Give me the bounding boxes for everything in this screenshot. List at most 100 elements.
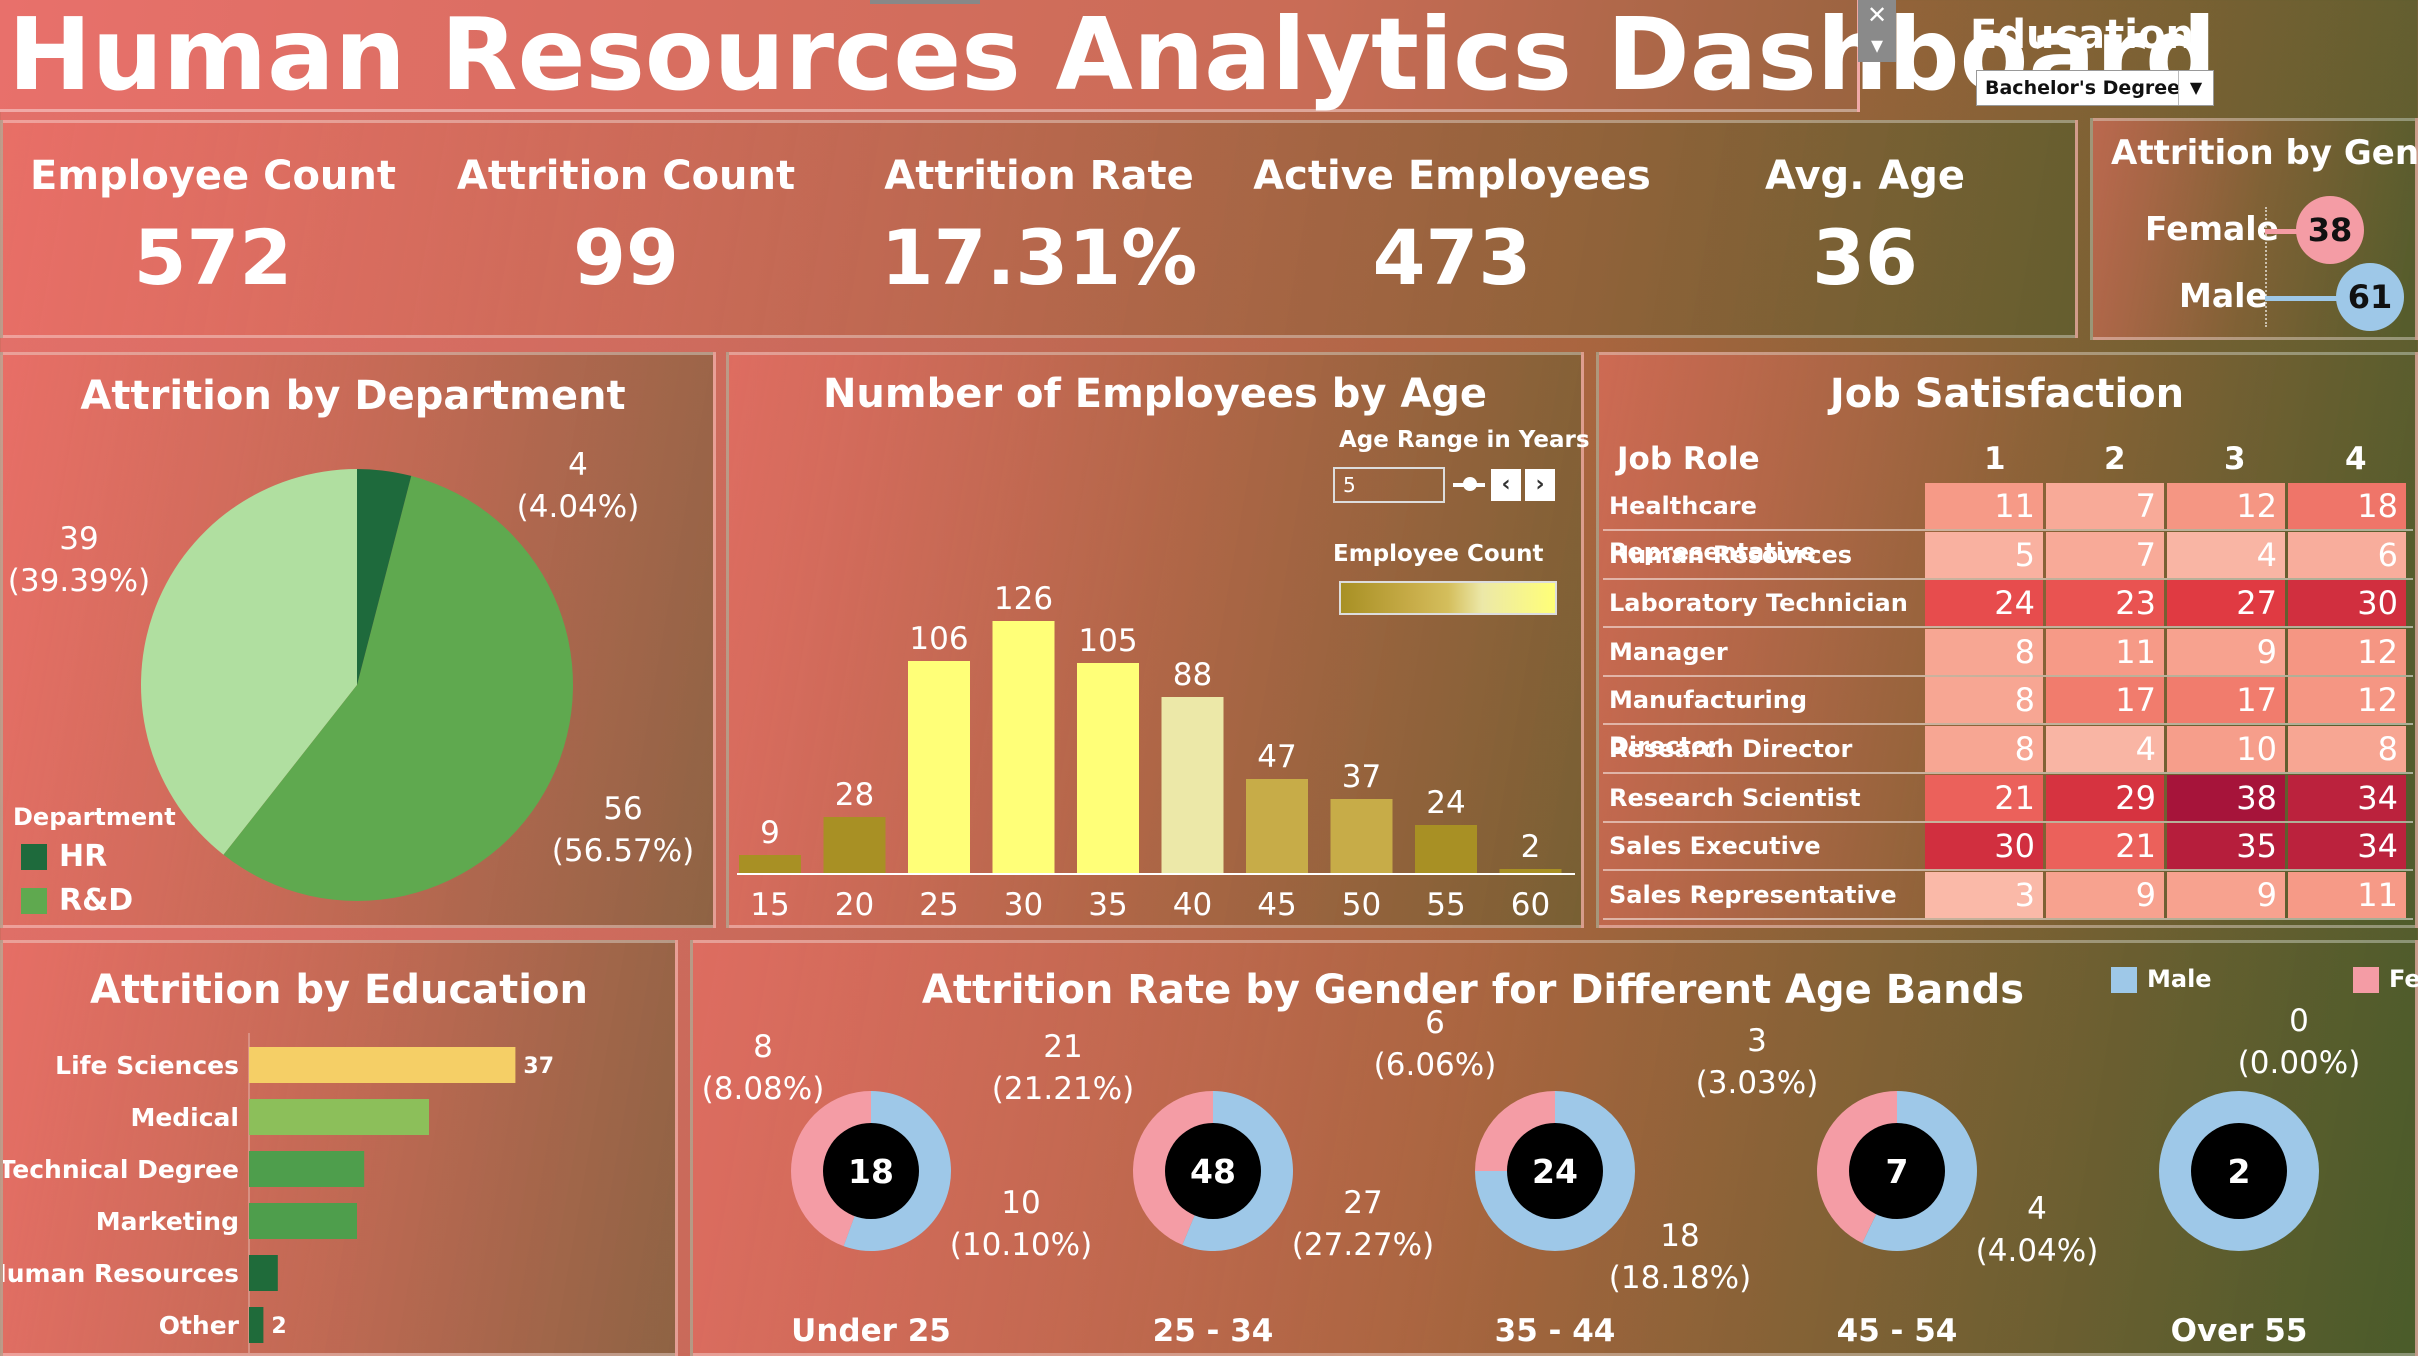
education-bar[interactable] bbox=[249, 1255, 278, 1291]
age-bar[interactable] bbox=[1077, 663, 1139, 873]
heatmap-cell[interactable]: 8 bbox=[1925, 726, 2043, 772]
education-filter-value: Bachelor's Degree bbox=[1985, 77, 2181, 99]
heatmap-row-label: Manager bbox=[1609, 637, 1728, 666]
heatmap-cell[interactable]: 12 bbox=[2288, 628, 2406, 675]
heatmap-cell[interactable]: 4 bbox=[2167, 531, 2285, 578]
age-tick-label: 30 bbox=[1004, 887, 1043, 923]
heatmap-cell[interactable]: 5 bbox=[1925, 531, 2043, 578]
heatmap-row: Human Resources 5 7 4 6 bbox=[1603, 531, 2413, 580]
heatmap-cell[interactable]: 11 bbox=[2046, 628, 2164, 675]
age-bar-value-label: 37 bbox=[1342, 759, 1381, 795]
close-tab[interactable]: ✕ ▾ bbox=[1858, 0, 1896, 62]
heatmap-cell[interactable]: 7 bbox=[2046, 531, 2164, 578]
heatmap-cell[interactable]: 8 bbox=[1925, 677, 2043, 724]
job-role-header: Job Role bbox=[1617, 441, 1760, 477]
heatmap-row-label: Sales Executive bbox=[1609, 832, 1821, 861]
age-bar[interactable] bbox=[992, 621, 1055, 873]
heatmap-cell[interactable]: 34 bbox=[2288, 774, 2406, 821]
heatmap-cell[interactable]: 11 bbox=[2288, 871, 2406, 918]
heatmap-cell[interactable]: 4 bbox=[2046, 726, 2164, 772]
age-band-donut[interactable]: 7 bbox=[1817, 1091, 1978, 1251]
age-bar-value-label: 24 bbox=[1426, 785, 1465, 821]
heatmap-cell[interactable]: 9 bbox=[2167, 628, 2285, 675]
heatmap-cell[interactable]: 12 bbox=[2167, 483, 2285, 529]
kpi-panel: Employee Count 572 Attrition Count 99 At… bbox=[0, 120, 2078, 338]
age-bar[interactable] bbox=[823, 817, 886, 873]
heatmap-row: Healthcare Representative 11 7 12 18 bbox=[1603, 483, 2413, 566]
age-bar[interactable] bbox=[1330, 799, 1393, 873]
heatmap-cell[interactable]: 18 bbox=[2288, 483, 2406, 529]
age-tick-label: 40 bbox=[1173, 887, 1212, 923]
age-bar[interactable] bbox=[739, 855, 801, 873]
age-bar[interactable] bbox=[1246, 779, 1308, 873]
heatmap-cell[interactable]: 30 bbox=[1925, 823, 2043, 870]
heatmap-cell[interactable]: 30 bbox=[2288, 580, 2406, 627]
heatmap-cell[interactable]: 9 bbox=[2046, 871, 2164, 918]
education-bar-chart: Life Sciences 37 Medical Technical Degree Ma… bbox=[3, 1033, 554, 1353]
heatmap-cell[interactable]: 11 bbox=[1925, 483, 2043, 529]
donut-female-count-label: 8 bbox=[753, 1029, 773, 1065]
education-bar[interactable] bbox=[249, 1099, 429, 1135]
heatmap-row-label: Laboratory Technician bbox=[1609, 589, 1908, 618]
close-icon[interactable]: ✕ bbox=[1858, 0, 1896, 30]
donut-male-pct-label: (10.10%) bbox=[950, 1227, 1092, 1263]
female-lollipop-line bbox=[2265, 229, 2299, 234]
education-bar[interactable] bbox=[249, 1307, 264, 1343]
heatmap-cell[interactable]: 3 bbox=[1925, 871, 2043, 918]
heatmap-cell[interactable]: 6 bbox=[2288, 531, 2406, 578]
education-filter-select[interactable]: Bachelor's Degree ▼ bbox=[1976, 70, 2214, 106]
heatmap-cell[interactable]: 23 bbox=[2046, 580, 2164, 627]
kpi-employee-count: Employee Count 572 bbox=[13, 123, 413, 302]
age-band-donut[interactable]: 18 bbox=[791, 1091, 951, 1251]
age-bar[interactable] bbox=[908, 661, 970, 873]
education-bar-value-label: 2 bbox=[271, 1314, 286, 1339]
heatmap-cell[interactable]: 8 bbox=[1925, 628, 2043, 675]
kpi-value: 99 bbox=[573, 213, 679, 302]
kpi-value: 36 bbox=[1812, 213, 1918, 302]
education-bar[interactable] bbox=[249, 1151, 365, 1187]
donut-female-count-label: 6 bbox=[1425, 1005, 1445, 1041]
heatmap-cell[interactable]: 21 bbox=[1925, 774, 2043, 821]
male-label: Male bbox=[2179, 276, 2268, 315]
age-band-donut[interactable]: 2 bbox=[2159, 1091, 2319, 1251]
education-bar-value-label: 37 bbox=[523, 1054, 554, 1079]
donut-total-label: 18 bbox=[848, 1152, 894, 1191]
education-bar[interactable] bbox=[249, 1047, 516, 1083]
heatmap-cell[interactable]: 24 bbox=[1925, 580, 2043, 627]
heatmap-cell[interactable]: 38 bbox=[2167, 774, 2285, 821]
education-bar[interactable] bbox=[249, 1203, 357, 1239]
heatmap-cell[interactable]: 8 bbox=[2288, 726, 2406, 772]
scroll-handle[interactable] bbox=[870, 0, 980, 4]
heatmap-cell[interactable]: 35 bbox=[2167, 823, 2285, 870]
gender-panel: Attrition by Gender Female 38 Male 61 bbox=[2090, 118, 2418, 340]
job-satisfaction-title: Job Satisfaction bbox=[1829, 371, 2185, 417]
heatmap-cell[interactable]: 12 bbox=[2288, 677, 2406, 724]
heatmap-cell[interactable]: 34 bbox=[2288, 823, 2406, 870]
job-satisfaction-panel: Job Satisfaction Job Role 1 2 3 4 Health… bbox=[1596, 352, 2418, 928]
heatmap-cell[interactable]: 17 bbox=[2046, 677, 2164, 724]
education-category-label: Technical Degree bbox=[3, 1155, 239, 1184]
age-band-donut[interactable]: 24 bbox=[1475, 1091, 1635, 1251]
heatmap-cell[interactable]: 27 bbox=[2167, 580, 2285, 627]
heatmap-cell[interactable]: 29 bbox=[2046, 774, 2164, 821]
donut-male-pct-label: (4.04%) bbox=[1976, 1233, 2099, 1269]
chevron-down-icon[interactable]: ▾ bbox=[1858, 30, 1896, 60]
kpi-label: Avg. Age bbox=[1764, 153, 1966, 199]
age-bar-value-label: 105 bbox=[1078, 623, 1137, 659]
age-bar[interactable] bbox=[1415, 825, 1477, 873]
age-bar[interactable] bbox=[1161, 697, 1224, 873]
dropdown-arrow-icon[interactable]: ▼ bbox=[2178, 71, 2213, 105]
age-band-donut[interactable]: 48 bbox=[1133, 1091, 1293, 1251]
donut-male-count-label: 27 bbox=[1343, 1185, 1382, 1221]
age-tick-label: 25 bbox=[919, 887, 958, 923]
heatmap-row: Sales Representative 3 9 9 11 bbox=[1603, 871, 2413, 920]
age-bar-chart: 9 15 28 20 106 25 126 30 105 35 88 40 47 45 37 50 24 55 2 6… bbox=[737, 581, 1575, 923]
heatmap-cell[interactable]: 9 bbox=[2167, 871, 2285, 918]
heatmap-cell[interactable]: 10 bbox=[2167, 726, 2285, 772]
age-bar[interactable] bbox=[1499, 869, 1562, 873]
heatmap-cell[interactable]: 17 bbox=[2167, 677, 2285, 724]
heatmap-cell[interactable]: 21 bbox=[2046, 823, 2164, 870]
heatmap-cell[interactable]: 7 bbox=[2046, 483, 2164, 529]
donut-total-label: 48 bbox=[1190, 1152, 1236, 1191]
donut-female-pct-label: (0.00%) bbox=[2238, 1045, 2361, 1081]
